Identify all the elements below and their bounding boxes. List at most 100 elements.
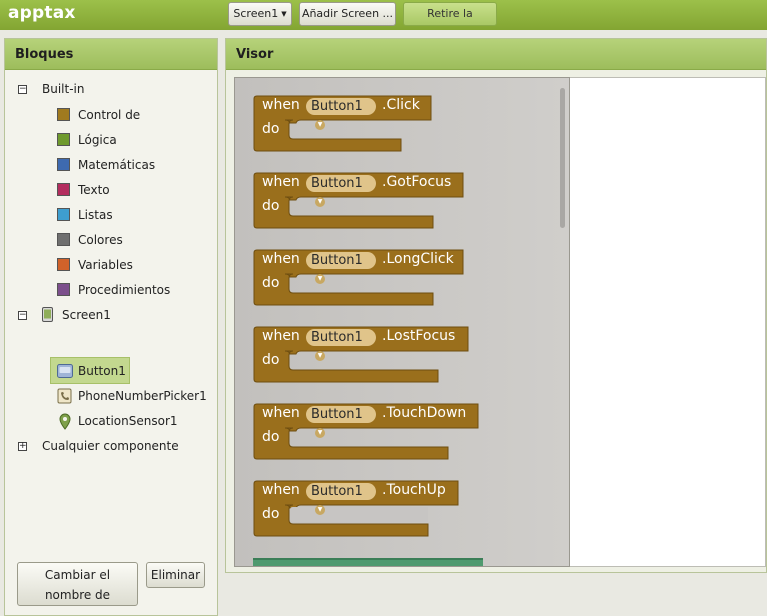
category-color-icon <box>57 133 70 146</box>
block-when-label: when <box>262 328 300 344</box>
dropdown-arrow-icon: ▼ <box>315 120 325 130</box>
component-dropdown[interactable]: Button1 ▼ <box>306 406 376 438</box>
screen-selector-button[interactable]: Screen1 ▼ <box>228 2 292 26</box>
event-block[interactable]: when Button1 ▼ .GotFocus do <box>253 170 467 236</box>
tree-item-category[interactable]: Listas <box>55 204 215 226</box>
tree-item-screen1[interactable]: − Screen1 <box>5 304 215 326</box>
category-label: Texto <box>78 183 110 197</box>
event-block[interactable]: when Button1 ▼ .Click do <box>253 93 435 159</box>
dropdown-arrow-icon: ▼ <box>315 428 325 438</box>
tree-item-category[interactable]: Texto <box>55 179 215 201</box>
delete-button[interactable]: Eliminar <box>146 562 205 588</box>
component-dropdown-label: Button1 <box>311 176 363 191</box>
tree-label-builtin: Built-in <box>42 82 85 96</box>
block-when-label: when <box>262 174 300 190</box>
event-block[interactable]: when Button1 ▼ .TouchUp do <box>253 478 462 544</box>
block-event-label: .TouchUp <box>382 482 446 498</box>
blocks-panel: Bloques − Built-in Control de Lógica Matem… <box>4 38 218 616</box>
add-screen-button[interactable]: Añadir Screen ... <box>299 2 396 26</box>
tree-item-builtin[interactable]: − Built-in <box>5 78 215 100</box>
tree-label-phonenumberpicker1: PhoneNumberPicker1 <box>78 389 207 403</box>
workspace-canvas-area[interactable] <box>570 77 766 567</box>
category-label: Control de <box>78 108 141 122</box>
component-dropdown[interactable]: Button1 ▼ <box>306 175 376 207</box>
component-dropdown-label: Button1 <box>311 484 363 499</box>
tree-label-screen1: Screen1 <box>62 308 111 322</box>
block-when-label: when <box>262 251 300 267</box>
rename-button-line2: nombre de <box>44 588 111 602</box>
block-do-label: do <box>262 352 280 368</box>
dropdown-arrow-icon: ▼ <box>315 505 325 515</box>
category-color-icon <box>57 108 70 121</box>
collapse-icon[interactable]: − <box>18 311 27 320</box>
tree-item-category[interactable]: Variables <box>55 254 215 276</box>
blocks-workspace[interactable]: when Button1 ▼ .Click do when Button1 ▼ .GotFocu… <box>234 77 570 567</box>
block-do-label: do <box>262 275 280 291</box>
button-icon <box>57 363 73 385</box>
top-bar: apptax Screen1 ▼ Añadir Screen ... Retire… <box>0 0 767 42</box>
block-event-label: .TouchDown <box>382 405 467 421</box>
component-dropdown-label: Button1 <box>311 253 363 268</box>
tree-item-category[interactable]: Lógica <box>55 129 215 151</box>
tree-item-category[interactable]: Matemáticas <box>55 154 215 176</box>
tree-item-category[interactable]: Control de <box>55 104 215 126</box>
remove-screen-button[interactable]: Retire la pantalla <box>403 2 497 42</box>
component-dropdown[interactable]: Button1 ▼ <box>306 483 376 515</box>
block-do-label: do <box>262 429 280 445</box>
event-block[interactable]: when Button1 ▼ .TouchDown do <box>253 401 482 467</box>
phone-number-picker-icon <box>57 388 73 411</box>
block-when-label: when <box>262 405 300 421</box>
partial-block[interactable] <box>253 558 483 566</box>
category-label: Procedimientos <box>78 283 171 297</box>
screen-icon <box>42 307 53 329</box>
tree-item-any-component[interactable]: + Cualquier componente <box>5 435 215 457</box>
block-do-label: do <box>262 198 280 214</box>
category-label: Lógica <box>78 133 117 147</box>
dropdown-arrow-icon: ▼ <box>315 197 325 207</box>
block-when-label: when <box>262 482 300 498</box>
tree-item-phonenumberpicker1[interactable]: PhoneNumberPicker1 <box>55 385 215 407</box>
dropdown-arrow-icon: ▼ <box>315 274 325 284</box>
block-do-label: do <box>262 121 280 137</box>
tree-item-button1[interactable]: Button1 <box>55 360 215 382</box>
category-label: Matemáticas <box>78 158 156 172</box>
category-label: Variables <box>78 258 133 272</box>
component-dropdown-label: Button1 <box>311 407 363 422</box>
blocks-panel-title: Bloques <box>5 39 217 70</box>
rename-button[interactable]: Cambiar el nombre de <box>17 562 138 606</box>
block-event-label: .LostFocus <box>382 328 456 344</box>
expand-icon[interactable]: + <box>18 442 27 451</box>
tree-label-any-component: Cualquier componente <box>42 439 179 453</box>
tree-label-button1: Button1 <box>78 364 126 378</box>
component-dropdown[interactable]: Button1 ▼ <box>306 252 376 284</box>
component-dropdown[interactable]: Button1 ▼ <box>306 329 376 361</box>
tree-item-category[interactable]: Procedimientos <box>55 279 215 301</box>
dropdown-arrow-icon: ▼ <box>315 351 325 361</box>
event-block[interactable]: when Button1 ▼ .LostFocus do <box>253 324 472 390</box>
caret-down-icon: ▼ <box>281 10 287 18</box>
collapse-icon[interactable]: − <box>18 85 27 94</box>
category-color-icon <box>57 208 70 221</box>
rename-button-line1: Cambiar el <box>44 568 111 582</box>
category-color-icon <box>57 258 70 271</box>
block-event-label: .LongClick <box>382 251 454 267</box>
tree-label-locationsensor1: LocationSensor1 <box>78 414 178 428</box>
tree-item-category[interactable]: Colores <box>55 229 215 251</box>
block-do-label: do <box>262 506 280 522</box>
category-color-icon <box>57 233 70 246</box>
screen-selector-label: Screen1 <box>233 7 279 20</box>
workspace-scrollbar[interactable] <box>560 88 565 228</box>
viewer-panel-title: Visor <box>226 39 766 70</box>
tree-item-locationsensor1[interactable]: LocationSensor1 <box>55 410 215 432</box>
block-event-label: .Click <box>382 97 420 113</box>
category-label: Listas <box>78 208 113 222</box>
location-sensor-icon <box>59 413 71 437</box>
component-dropdown[interactable]: Button1 ▼ <box>306 98 376 130</box>
viewer-panel: Visor when Button1 ▼ .Click do when Button1 ▼ .G… <box>225 38 767 573</box>
block-event-label: .GotFocus <box>382 174 452 190</box>
event-block[interactable]: when Button1 ▼ .LongClick do <box>253 247 467 313</box>
component-dropdown-label: Button1 <box>311 330 363 345</box>
category-label: Colores <box>78 233 123 247</box>
app-title: apptax <box>8 3 76 23</box>
category-color-icon <box>57 183 70 196</box>
